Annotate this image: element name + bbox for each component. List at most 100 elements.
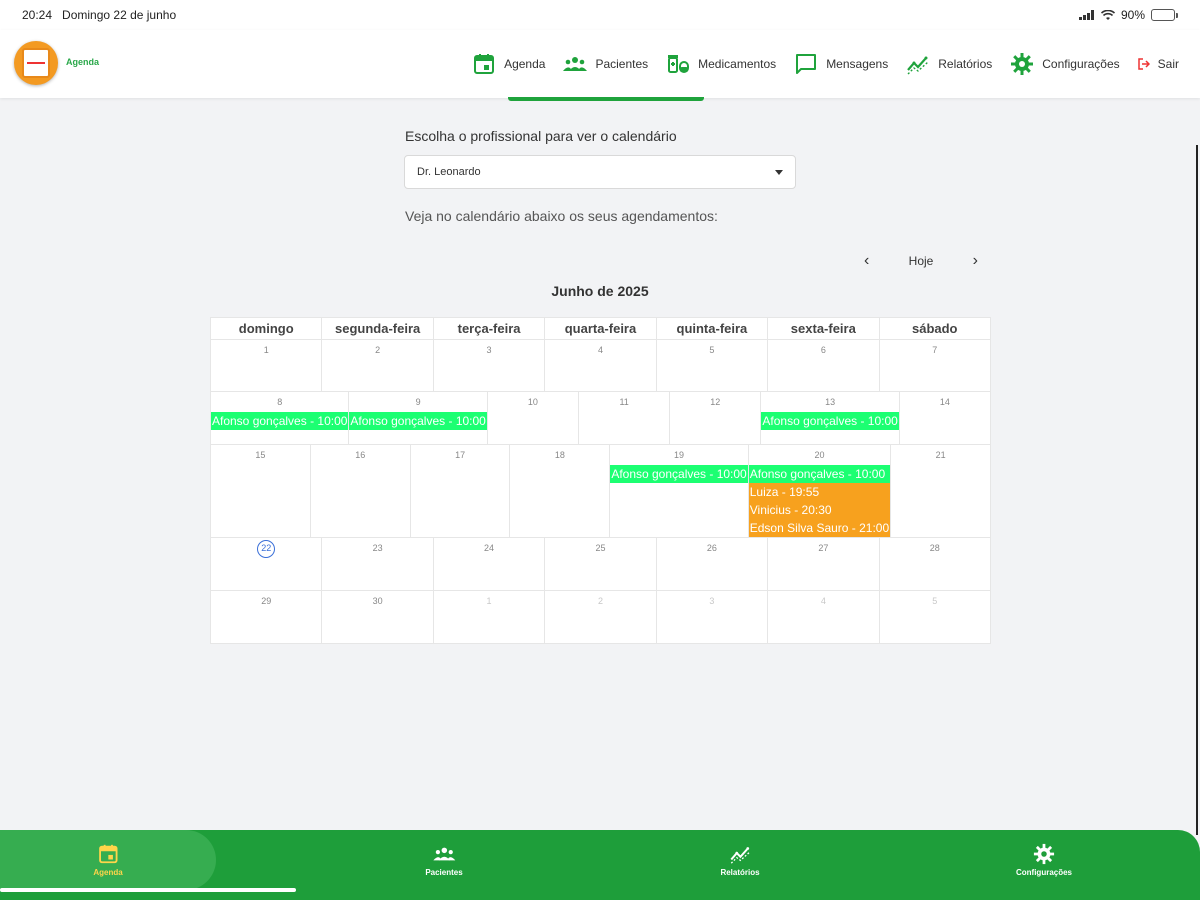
day-number: 30 [322,591,432,611]
day-number: 17 [411,445,510,465]
calendar-day-cell[interactable]: 29 [211,591,323,643]
calendar-event[interactable]: Afonso gonçalves - 10:00 [748,465,891,483]
calendar-day-cell[interactable]: 3 [434,340,546,391]
chart-icon [730,847,750,864]
app-logo[interactable] [14,41,58,85]
today-button[interactable]: Hoje [909,254,934,268]
gear-icon [1033,843,1055,865]
bottom-tab-agenda[interactable]: Agenda [93,830,123,890]
day-number-text: 14 [939,397,950,407]
message-icon [796,54,817,74]
calendar-event[interactable]: Afonso gonçalves - 10:00 [610,465,748,483]
calendar-body: 1 2 3 4 5 6 7 8 Afonso gonçalves - 10:00 9 Afonso … [211,340,990,643]
day-number: 18 [510,445,609,465]
chart-icon [907,56,929,75]
calendar-event[interactable]: Edson Silva Sauro - 21:00 [748,519,891,537]
nav-mensagens[interactable]: Mensagens [785,52,897,76]
calendar-day-cell[interactable]: 5 [880,591,990,643]
calendar-day-cell[interactable]: 19 Afonso gonçalves - 10:00 [610,445,749,537]
day-number: 3 [434,340,544,360]
calendar-day-cell[interactable]: 20 Afonso gonçalves - 10:00 Luiza - 19:55 V… [748,445,892,537]
day-number-text: 15 [255,450,266,460]
calendar-day-cell[interactable]: 7 [880,340,990,391]
nav-medicamentos[interactable]: Medicamentos [657,52,785,76]
calendar-hint: Veja no calendário abaixo os seus agenda… [405,208,718,224]
calendar-day-cell[interactable]: 26 [657,538,769,590]
nav-sair[interactable]: Sair [1129,57,1188,71]
calendar-day-cell[interactable]: 23 [322,538,434,590]
calendar-event[interactable]: Afonso gonçalves - 10:00 [349,412,487,430]
calendar-day-cell[interactable]: 1 [211,340,323,391]
day-number-text: 12 [710,397,721,407]
day-number: 4 [545,340,655,360]
nav-pacientes[interactable]: Pacientes [554,52,657,76]
calendar-day-cell[interactable]: 9 Afonso gonçalves - 10:00 [349,392,488,444]
weekday-label: terça-feira [434,318,546,339]
day-number-text: 11 [619,397,629,407]
bottom-tab-relatorios[interactable]: Relatórios [720,830,760,890]
calendar-day-cell[interactable]: 16 [311,445,411,537]
calendar-day-cell[interactable]: 28 [880,538,990,590]
calendar-day-cell[interactable]: 5 [657,340,769,391]
calendar-day-cell[interactable]: 18 [510,445,611,537]
calendar-day-cell[interactable]: 15 [211,445,311,537]
day-number-text: 27 [818,543,829,553]
day-number-text: 6 [820,345,826,355]
nav-agenda-label: Agenda [504,57,546,71]
today-marker: 22 [257,540,276,558]
calendar-day-cell[interactable]: 14 [900,392,990,444]
professional-select[interactable]: Dr. Leonardo [404,155,796,189]
calendar-day-cell[interactable]: 17 [411,445,511,537]
day-number: 13 [761,392,898,412]
calendar-day-cell[interactable]: 27 [768,538,880,590]
calendar-day-cell[interactable]: 2 [545,591,657,643]
calendar-day-cell[interactable]: 21 [891,445,990,537]
calendar-week-row: 15 16 17 18 19 Afonso gonçalves - 10:00 20 Afon… [211,445,990,538]
calendar-week-row: 1 2 3 4 5 6 7 [211,340,990,392]
calendar-event[interactable]: Vinicius - 20:30 [748,501,891,519]
day-number: 16 [311,445,410,465]
day-number-text: 1 [486,596,492,606]
nav-configuracoes[interactable]: Configurações [1001,52,1128,76]
calendar-day-cell[interactable]: 10 [488,392,580,444]
calendar-event[interactable]: Afonso gonçalves - 10:00 [761,412,899,430]
day-number: 5 [657,340,767,360]
professional-selected-value: Dr. Leonardo [417,166,481,178]
prev-month-button[interactable]: ‹ [858,252,875,270]
day-number: 29 [211,591,321,611]
calendar-day-cell[interactable]: 2 [322,340,434,391]
calendar-day-cell[interactable]: 24 [434,538,546,590]
day-number-text: 4 [597,345,603,355]
day-number: 20 [749,445,890,465]
calendar-week-row: 22 23 24 25 26 27 28 [211,538,990,591]
calendar-day-cell[interactable]: 30 [322,591,434,643]
calendar-day-cell[interactable]: 4 [545,340,657,391]
next-month-button[interactable]: › [967,252,984,270]
calendar-day-cell[interactable]: 12 [670,392,762,444]
nav-relatorios[interactable]: Relatórios [897,52,1001,76]
bottom-tab-relatorios-label: Relatórios [720,868,760,877]
day-number: 14 [900,392,990,412]
calendar-day-cell[interactable]: 13 Afonso gonçalves - 10:00 [761,392,900,444]
calendar-day-cell[interactable]: 8 Afonso gonçalves - 10:00 [211,392,350,444]
calendar-day-cell[interactable]: 25 [545,538,657,590]
day-number-text: 29 [261,596,272,606]
calendar-day-cell[interactable]: 3 [657,591,769,643]
calendar-day-cell[interactable]: 11 [579,392,671,444]
calendar-event[interactable]: Luiza - 19:55 [748,483,891,501]
day-number-text: 17 [455,450,466,460]
calendar-day-cell[interactable]: 22 [211,538,323,590]
calendar-day-cell[interactable]: 1 [434,591,546,643]
calendar-event[interactable]: Afonso gonçalves - 10:00 [211,412,349,430]
day-number-text: 26 [706,543,717,553]
day-number-text: 8 [277,397,283,407]
bottom-tab-pacientes[interactable]: Pacientes [425,830,463,890]
bottom-tab-configuracoes[interactable]: Configurações [1016,830,1072,890]
active-tab-indicator [508,97,704,101]
nav-agenda[interactable]: Agenda [463,52,554,76]
wifi-icon [1100,9,1115,20]
calendar-day-cell[interactable]: 6 [768,340,880,391]
day-number-text: 2 [375,345,381,355]
day-number: 23 [322,538,432,558]
calendar-day-cell[interactable]: 4 [768,591,880,643]
